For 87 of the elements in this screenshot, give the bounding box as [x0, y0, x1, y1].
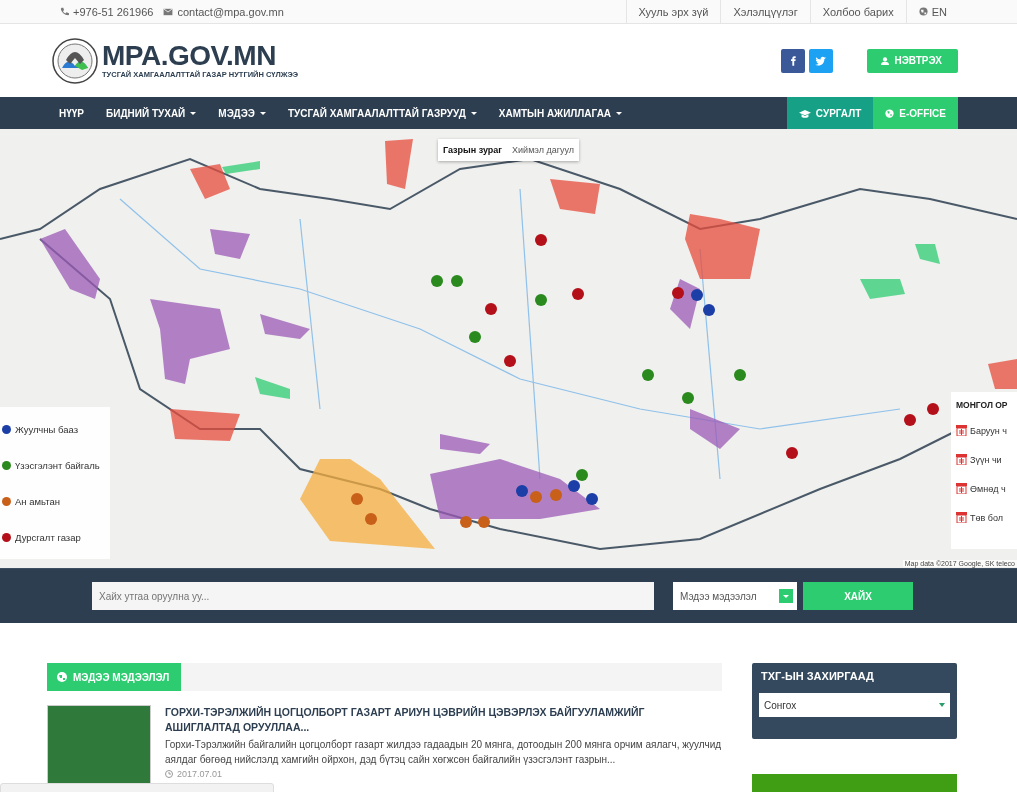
- protected-area: [170, 409, 240, 441]
- map-marker-icon[interactable]: [516, 485, 528, 497]
- phone-number: +976-51 261966: [73, 5, 154, 18]
- protected-area: [915, 244, 940, 264]
- clock-icon: [165, 770, 173, 778]
- facebook-button[interactable]: [780, 48, 805, 73]
- map-marker-icon[interactable]: [485, 303, 497, 315]
- map-marker-icon[interactable]: [451, 275, 463, 287]
- protected-area: [440, 434, 490, 454]
- language-link[interactable]: EN: [905, 0, 959, 23]
- map-marker-icon[interactable]: [568, 480, 580, 492]
- nav-item[interactable]: ТУСГАЙ ХАМГААЛАЛТТАЙ ГАЗРУУД: [276, 97, 488, 129]
- region-marker-icon: [956, 425, 967, 436]
- protected-area: [260, 314, 310, 339]
- twitter-icon: [814, 54, 827, 67]
- map-marker-icon[interactable]: [469, 331, 481, 343]
- top-link[interactable]: Холбоо барих: [809, 0, 906, 23]
- map-marker-icon[interactable]: [535, 234, 547, 246]
- map-marker-icon[interactable]: [586, 493, 598, 505]
- graduation-cap-icon: [798, 108, 811, 118]
- map-type-tab[interactable]: Газрын зураг: [438, 139, 508, 161]
- top-link[interactable]: Хэлэлцүүлэг: [720, 0, 810, 23]
- protected-area: [550, 179, 600, 214]
- search-field[interactable]: Хайх утгаа оруулна уу...: [92, 582, 654, 610]
- region-marker-icon: [956, 512, 967, 523]
- sidebar-title: ТХГ-ЫН ЗАХИРГААД: [761, 670, 875, 682]
- top-link[interactable]: Хууль эрх зүй: [625, 0, 721, 23]
- map-marker-icon[interactable]: [530, 491, 542, 503]
- phone-icon: [60, 7, 69, 16]
- map-marker-icon[interactable]: [572, 288, 584, 300]
- protected-area: [860, 279, 905, 299]
- protected-area: [988, 359, 1017, 389]
- nav-item[interactable]: ХАМТЫН АЖИЛЛАГАА: [487, 97, 634, 129]
- map-marker-icon[interactable]: [431, 275, 443, 287]
- map-marker-icon[interactable]: [351, 493, 363, 505]
- article-date: 2017.07.01: [177, 769, 223, 779]
- region-label: Баруун ч: [970, 425, 1007, 436]
- legend-label: Дурсгалт газар: [15, 531, 81, 543]
- legend-label: Ан амьтан: [15, 495, 61, 507]
- section-title: МЭДЭЭ МЭДЭЭЛЭЛ: [73, 671, 170, 683]
- nav-item[interactable]: НҮҮР: [48, 97, 95, 129]
- map-marker-icon[interactable]: [478, 516, 490, 528]
- user-icon: [880, 56, 889, 65]
- map-marker-icon[interactable]: [672, 287, 684, 299]
- nav-item[interactable]: МЭДЭЭ: [207, 97, 277, 129]
- logo-title: MPA.GOV.MN: [102, 42, 277, 70]
- map-marker-icon[interactable]: [682, 392, 694, 404]
- mail-icon: [163, 7, 174, 16]
- region-label: Өмнөд ч: [970, 483, 1006, 494]
- map-marker-icon[interactable]: [576, 469, 588, 481]
- globe-icon: [57, 672, 67, 682]
- region-marker-icon: [956, 454, 967, 465]
- region-legend-title: МОНГОЛ ОР: [956, 400, 1009, 410]
- caret-icon: [939, 703, 945, 707]
- article-excerpt: Горхи-Тэрэлжийн байгалийн цогцолборт газарт жилдээ гадаадын 20 мянга, дотоодын 200 мянга орчим аялагч, жуулчид аялдаг бөгөөд нийслэлд хамгийн ойрхон, дэд бүтэц сайн хөгжсөн байгалийн үзэсгэлэнт газрын...: [165, 738, 722, 767]
- logo-emblem-icon: [52, 37, 98, 84]
- category-select[interactable]: Мэдээ мэдээлэл: [673, 582, 797, 610]
- globe-icon: [885, 108, 895, 118]
- globe-icon: [918, 7, 928, 16]
- protected-area: [210, 229, 250, 259]
- article-title[interactable]: ГОРХИ-ТЭРЭЛЖИЙН ЦОГЦОЛБОРТ ГАЗАРТ АРИУН ЦЭВРИЙН ЦЭВЭРЛЭХ БАЙГУУЛАМЖИЙГ АШИГЛАЛТАД ОРУУЛЛАА...: [165, 705, 722, 735]
- protected-area: [40, 229, 100, 299]
- region-marker-icon: [956, 483, 967, 494]
- map-marker-icon[interactable]: [460, 516, 472, 528]
- administration-select[interactable]: Сонгох: [759, 693, 950, 717]
- map-marker-icon[interactable]: [365, 513, 377, 525]
- map-marker-icon[interactable]: [535, 294, 547, 306]
- region-label: Төв бол: [970, 512, 1003, 523]
- twitter-button[interactable]: [808, 48, 833, 73]
- map-marker-icon[interactable]: [786, 447, 798, 459]
- protected-area: [690, 409, 740, 449]
- map-marker-icon[interactable]: [691, 289, 703, 301]
- map-marker-icon[interactable]: [642, 369, 654, 381]
- protected-area: [385, 139, 413, 189]
- legend-label: Үзэсгэлэнт байгаль: [15, 459, 100, 471]
- map-marker-icon[interactable]: [927, 403, 939, 415]
- map-marker-icon[interactable]: [904, 414, 916, 426]
- region-label: Зүүн чи: [970, 454, 1002, 465]
- legend-label: Жуулчны бааз: [15, 423, 78, 435]
- map-marker-icon[interactable]: [703, 304, 715, 316]
- nav-item[interactable]: БИДНИЙ ТУХАЙ: [95, 97, 208, 129]
- map-type-tab[interactable]: Хиймэл дагуул: [507, 139, 580, 161]
- map-marker-icon[interactable]: [734, 369, 746, 381]
- email-address: contact@mpa.gov.mn: [177, 5, 284, 18]
- protected-area: [255, 377, 290, 399]
- map-marker-icon[interactable]: [504, 355, 516, 367]
- map-marker-icon[interactable]: [550, 489, 562, 501]
